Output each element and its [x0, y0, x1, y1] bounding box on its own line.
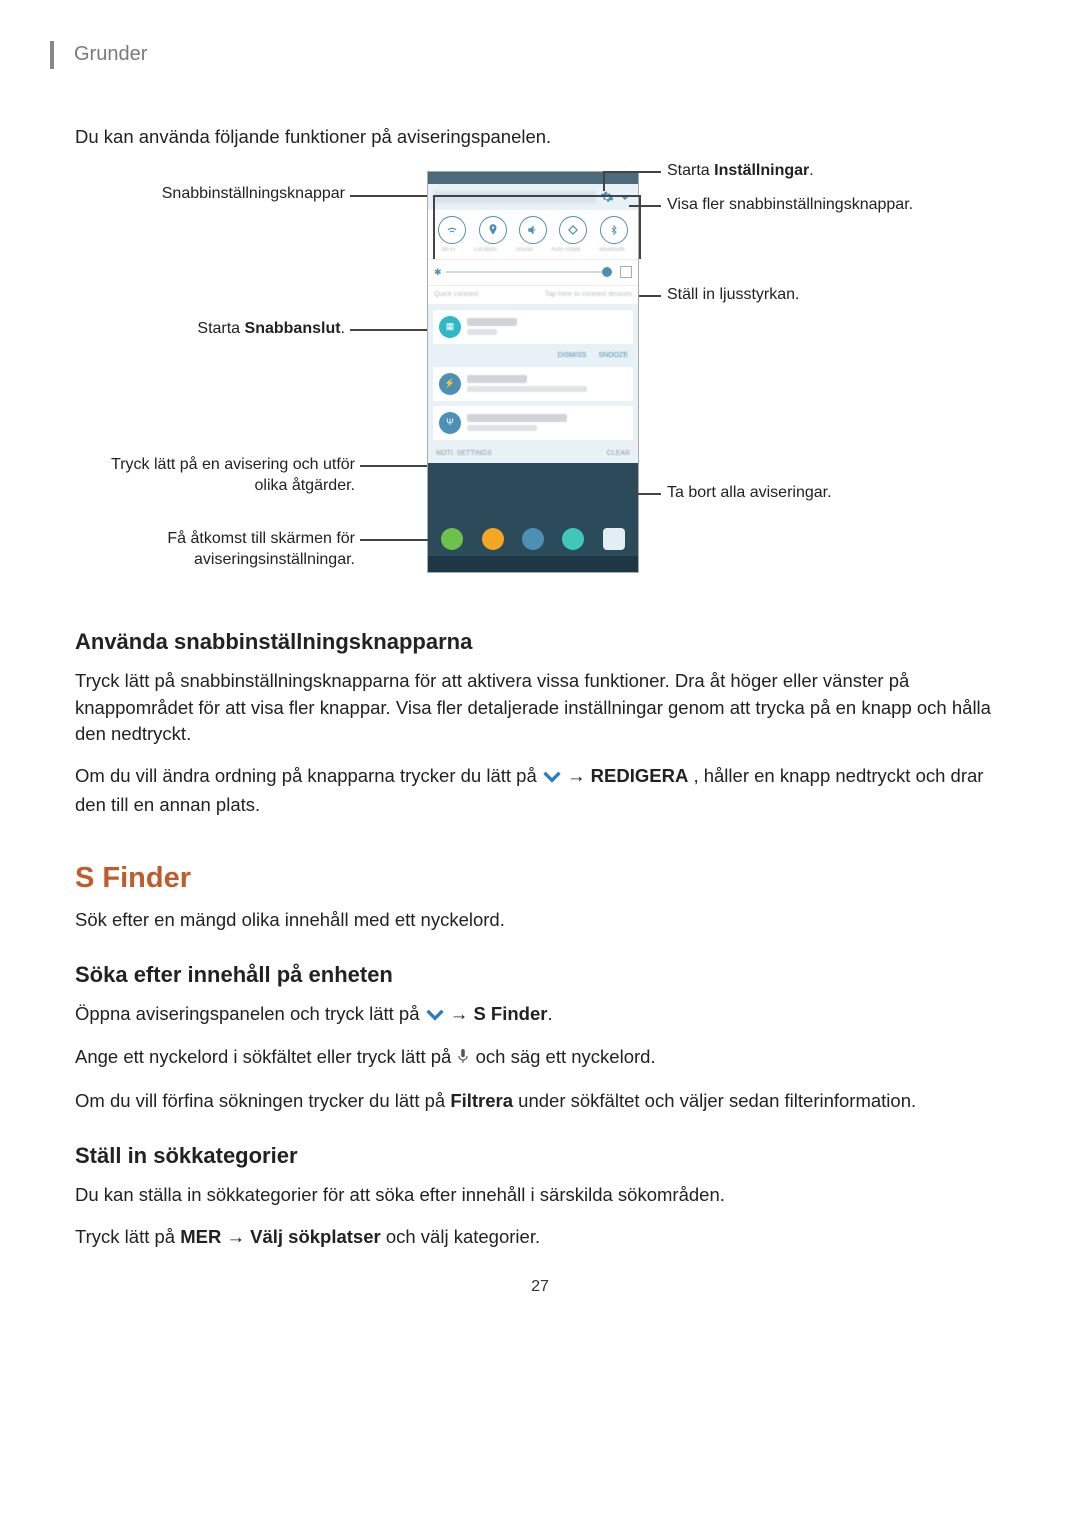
callout-quick-connect: Starta Snabbanslut.: [75, 319, 345, 340]
chevron-down-icon: [425, 1003, 445, 1030]
heading-search-device: Söka efter innehåll på enheten: [75, 959, 1005, 991]
callout-start-settings: Starta Inställningar.: [667, 161, 814, 182]
heading-use-quick-settings: Använda snabbinställningsknapparna: [75, 626, 1005, 658]
callout-brightness: Ställ in ljusstyrkan.: [667, 285, 800, 306]
heading-s-finder: S Finder: [75, 857, 1005, 899]
sfinder-step3: Om du vill förfina sökningen trycker du …: [75, 1088, 1005, 1115]
calendar-icon: ▦: [439, 316, 461, 338]
heading-set-categories: Ställ in sökkategorier: [75, 1140, 1005, 1172]
page-number: 27: [75, 1275, 1005, 1298]
callout-quick-settings-buttons: Snabbinställningsknappar: [75, 184, 345, 205]
bolt-icon: ⚡: [439, 373, 461, 395]
callout-more-qs: Visa fler snabbinställningsknappar.: [667, 195, 927, 216]
callout-notif-settings: Få åtkomst till skärmen för aviseringsin…: [75, 529, 355, 571]
usb-icon: Ψ: [439, 412, 461, 434]
use-qs-p1: Tryck lätt på snabbinställningsknapparna…: [75, 668, 1005, 748]
callout-tap-notification: Tryck lätt på en avisering och utför oli…: [75, 455, 355, 497]
brightness-icon: ✱: [434, 266, 442, 279]
section-name: Grunder: [74, 40, 147, 69]
cat-p1: Du kan ställa in sökkategorier för att s…: [75, 1182, 1005, 1209]
callout-clear-notif: Ta bort alla aviseringar.: [667, 483, 832, 504]
cat-p2: Tryck lätt på MER → Välj sökplatser och …: [75, 1224, 1005, 1251]
header-divider: [50, 41, 54, 69]
intro-text: Du kan använda följande funktioner på av…: [75, 124, 1005, 151]
microphone-icon: [456, 1046, 470, 1073]
use-qs-p2: Om du vill ändra ordning på knapparna tr…: [75, 763, 1005, 819]
chevron-down-icon: [542, 765, 562, 792]
page-header: Grunder: [50, 40, 1005, 69]
sfinder-step2: Ange ett nyckelord i sökfältet eller try…: [75, 1044, 1005, 1073]
notification-panel-figure: Wi-FiLocationSoundAuto rotateBluetooth ✱…: [75, 171, 1005, 601]
sfinder-step1: Öppna aviseringspanelen och tryck lätt p…: [75, 1001, 1005, 1030]
sfinder-intro: Sök efter en mängd olika innehåll med et…: [75, 907, 1005, 934]
